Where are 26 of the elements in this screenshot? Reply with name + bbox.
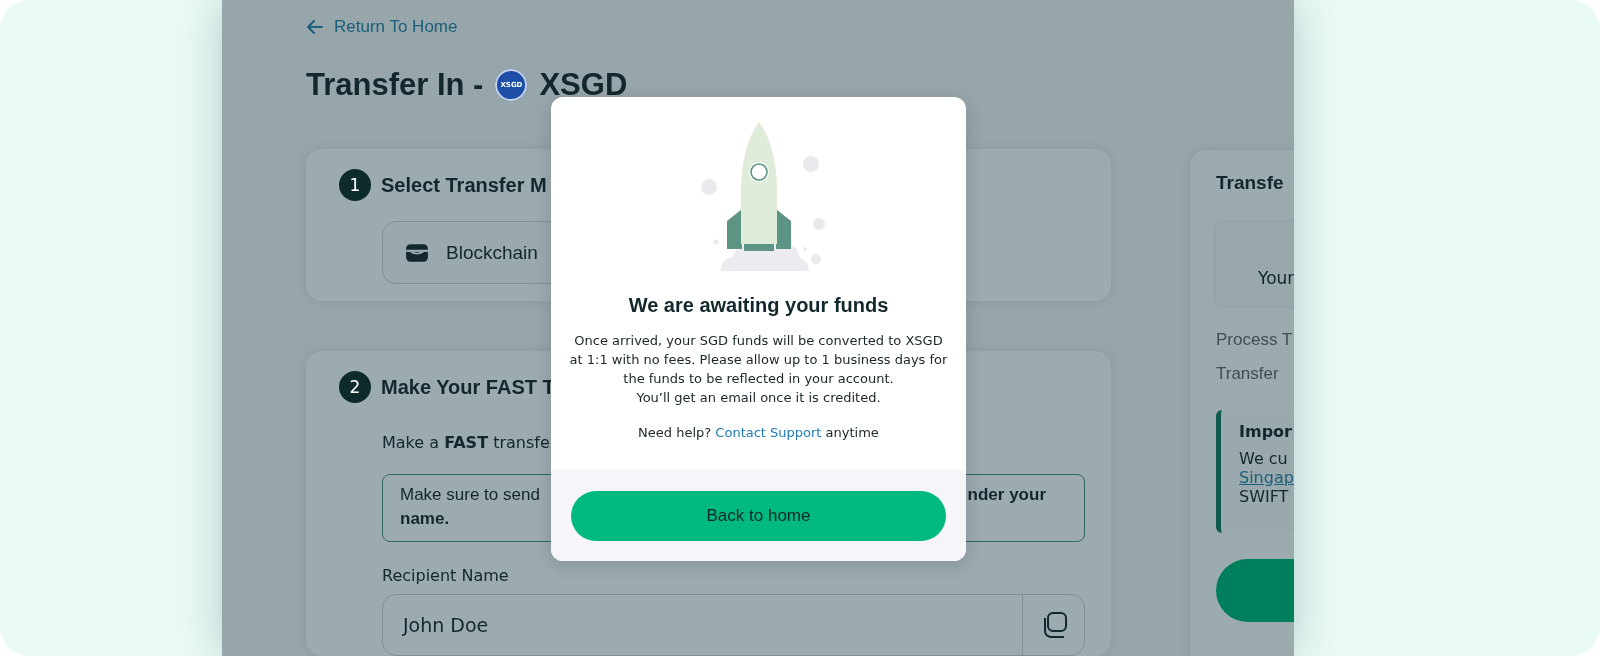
step-number: 2 <box>339 371 371 403</box>
amount-label: Your <box>1258 268 1294 288</box>
notice-text: nder your <box>967 485 1046 505</box>
notice-text: name. <box>400 509 450 529</box>
recipient-field[interactable]: John Doe <box>382 594 1085 656</box>
help-text: Need help? Contact Support anytime <box>638 425 879 440</box>
token-name: XSGD <box>539 67 628 103</box>
step-number: 1 <box>339 169 371 201</box>
detail-label: Transfer <box>1216 364 1280 384</box>
instruction-text: Make a FAST transfe <box>382 433 550 452</box>
modal-message: Once arrived, your SGD funds will be converted to XSGD at 1:1 with no fees. Please allow up to 1 business days for the funds to be reflected in your account. <box>568 332 949 388</box>
important-title: Impor <box>1239 422 1293 441</box>
modal-message: You’ll get an email once it is credited. <box>635 389 882 407</box>
detail-label: Process T <box>1216 330 1294 350</box>
important-text: SWIFT <box>1239 487 1290 506</box>
back-to-home-button[interactable]: Back to home <box>571 491 946 541</box>
notice-text: Make sure to send <box>400 485 540 505</box>
summary-title: Transfe <box>1216 172 1285 194</box>
wallet-icon <box>405 241 429 264</box>
important-text: We cu <box>1239 449 1289 468</box>
field-label: Recipient Name <box>382 566 510 585</box>
modal-title: We are awaiting your funds <box>628 294 889 317</box>
page-title: Transfer In - <box>306 67 484 103</box>
arrow-left-icon <box>306 18 324 36</box>
contact-support-link[interactable]: Contact Support <box>715 425 822 440</box>
step-title: Select Transfer M <box>381 173 547 197</box>
